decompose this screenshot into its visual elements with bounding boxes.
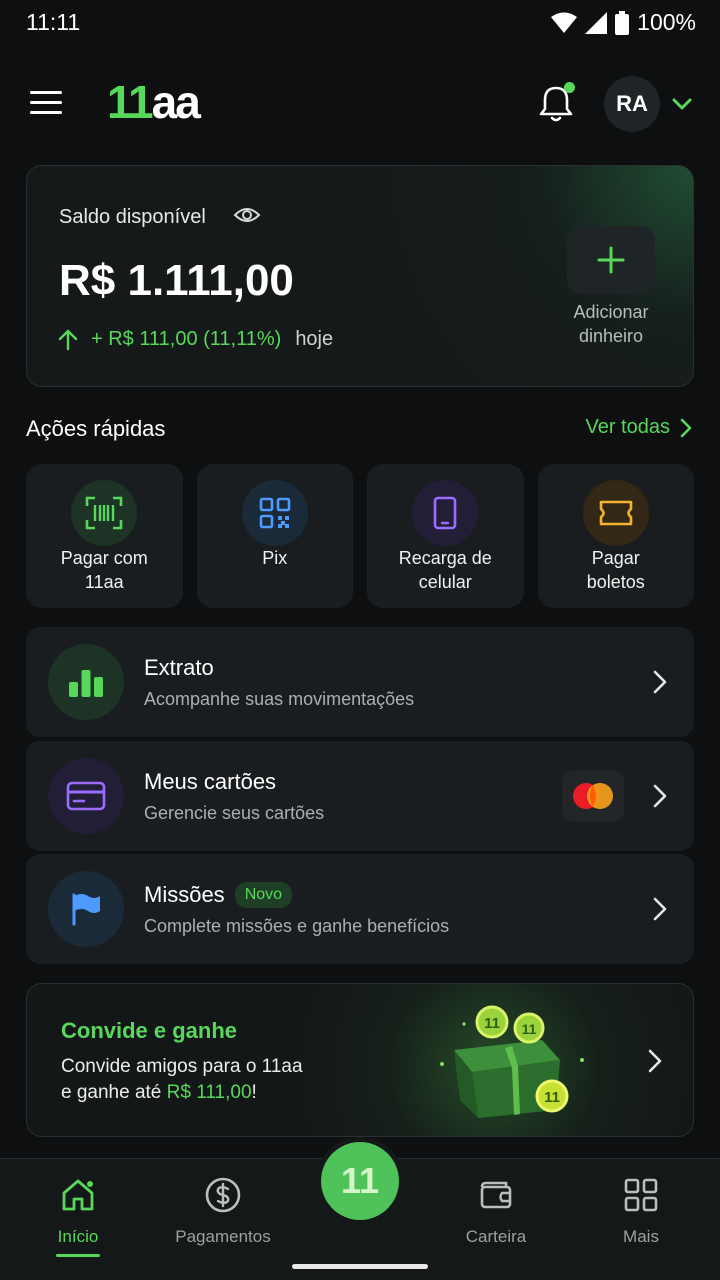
row-subtitle: Complete missões e ganhe benefícios — [144, 916, 450, 936]
svg-text:11: 11 — [544, 1089, 560, 1106]
chevron-right-icon — [648, 1049, 662, 1073]
app-header: 11aa RA — [0, 70, 720, 136]
dollar-circle-icon — [205, 1177, 241, 1213]
row-title: Extrato — [144, 655, 214, 680]
avatar[interactable]: RA — [604, 76, 660, 132]
row-statement[interactable]: Extrato Acompanhe suas movimentações — [26, 627, 694, 737]
quick-action-pix[interactable]: Pix — [196, 464, 353, 608]
invite-promo-card[interactable]: Convide e ganhe Convide amigos para o 11… — [26, 983, 694, 1137]
chevron-right-icon — [653, 897, 667, 921]
wallet-icon — [480, 1181, 512, 1209]
plus-icon — [597, 246, 625, 274]
nav-more[interactable]: Mais — [581, 1175, 701, 1247]
hamburger-icon — [30, 91, 62, 114]
chevron-down-icon — [672, 98, 692, 110]
menu-button[interactable] — [28, 86, 64, 118]
gift-coins-illustration: 11 11 11 — [440, 1005, 584, 1118]
balance-change-value: + R$ 111,00 (11,11%) — [91, 328, 282, 350]
home-icon — [62, 1179, 94, 1211]
battery-icon — [615, 10, 630, 35]
bar-chart-icon — [48, 644, 124, 720]
status-icons: 100% — [551, 9, 696, 36]
center-action-button[interactable]: 11 — [321, 1142, 399, 1220]
row-missions[interactable]: Missões Novo Complete missões e ganhe be… — [26, 854, 694, 964]
signal-icon — [585, 11, 608, 34]
account-chevron[interactable] — [670, 94, 694, 114]
grid-icon — [624, 1178, 658, 1212]
qr-code-icon — [241, 480, 308, 546]
nav-payments[interactable]: Pagamentos — [163, 1175, 283, 1247]
ticket-icon — [582, 480, 649, 546]
balance-card: Saldo disponível R$ 1.111,00 + R$ 111,00… — [26, 165, 694, 387]
new-badge: Novo — [234, 882, 293, 908]
quick-action-pay-with-11aa[interactable]: Pagar com 11aa — [26, 464, 183, 608]
home-indicator[interactable] — [292, 1264, 428, 1269]
svg-text:11: 11 — [484, 1015, 500, 1032]
battery-percent: 100% — [637, 9, 696, 35]
row-subtitle: Gerencie seus cartões — [144, 803, 325, 823]
quick-actions-title: Ações rápidas — [26, 416, 166, 441]
quick-action-pay-bills[interactable]: Pagar boletos — [537, 464, 694, 608]
quick-action-label: Pagar boletos — [586, 548, 645, 592]
add-money-label[interactable]: Adicionar dinheiro — [557, 300, 665, 348]
promo-text: Convide amigos para o 11aa e ganhe até R… — [61, 1056, 303, 1103]
phone-icon — [412, 480, 479, 546]
barcode-scan-icon — [71, 480, 138, 546]
quick-action-label: Pagar com 11aa — [60, 548, 148, 592]
balance-amount: R$ 1.111,00 — [59, 256, 294, 305]
chevron-right-icon — [653, 784, 667, 808]
row-title: Missões Novo — [144, 882, 293, 908]
balance-label: Saldo disponível — [59, 206, 206, 228]
see-all-link[interactable]: Ver todas — [585, 416, 692, 439]
quick-action-phone-recharge[interactable]: Recarga de celular — [367, 464, 524, 608]
balance-change: + R$ 111,00 (11,11%) hoje — [57, 328, 333, 351]
promo-title: Convide e ganhe — [61, 1018, 238, 1043]
chevron-right-icon — [653, 670, 667, 694]
eye-icon[interactable] — [233, 204, 261, 226]
notification-dot — [564, 82, 575, 93]
wifi-icon — [551, 12, 578, 33]
app-logo: 11aa — [107, 76, 201, 128]
nav-wallet[interactable]: Carteira — [436, 1175, 556, 1247]
quick-action-label: Pix — [262, 548, 288, 568]
balance-change-period: hoje — [295, 328, 334, 350]
add-money-button[interactable] — [567, 226, 655, 294]
svg-text:11: 11 — [522, 1021, 537, 1037]
row-title: Meus cartões — [144, 769, 277, 794]
flag-icon — [48, 871, 124, 947]
status-bar: 11:11 100% — [0, 0, 720, 46]
mastercard-logo — [562, 771, 624, 821]
quick-action-label: Recarga de celular — [398, 548, 492, 592]
row-subtitle: Acompanhe suas movimentações — [144, 689, 415, 709]
arrow-up-icon — [58, 329, 78, 350]
credit-card-icon — [48, 758, 124, 834]
nav-home[interactable]: Início — [18, 1175, 138, 1247]
quick-actions-grid: Pagar com 11aa Pix Recarga de celular Pa… — [26, 464, 694, 608]
chevron-right-icon — [680, 418, 692, 437]
nav-active-indicator — [56, 1254, 100, 1257]
row-my-cards[interactable]: Meus cartões Gerencie seus cartões — [26, 741, 694, 851]
status-time: 11:11 — [26, 9, 81, 35]
